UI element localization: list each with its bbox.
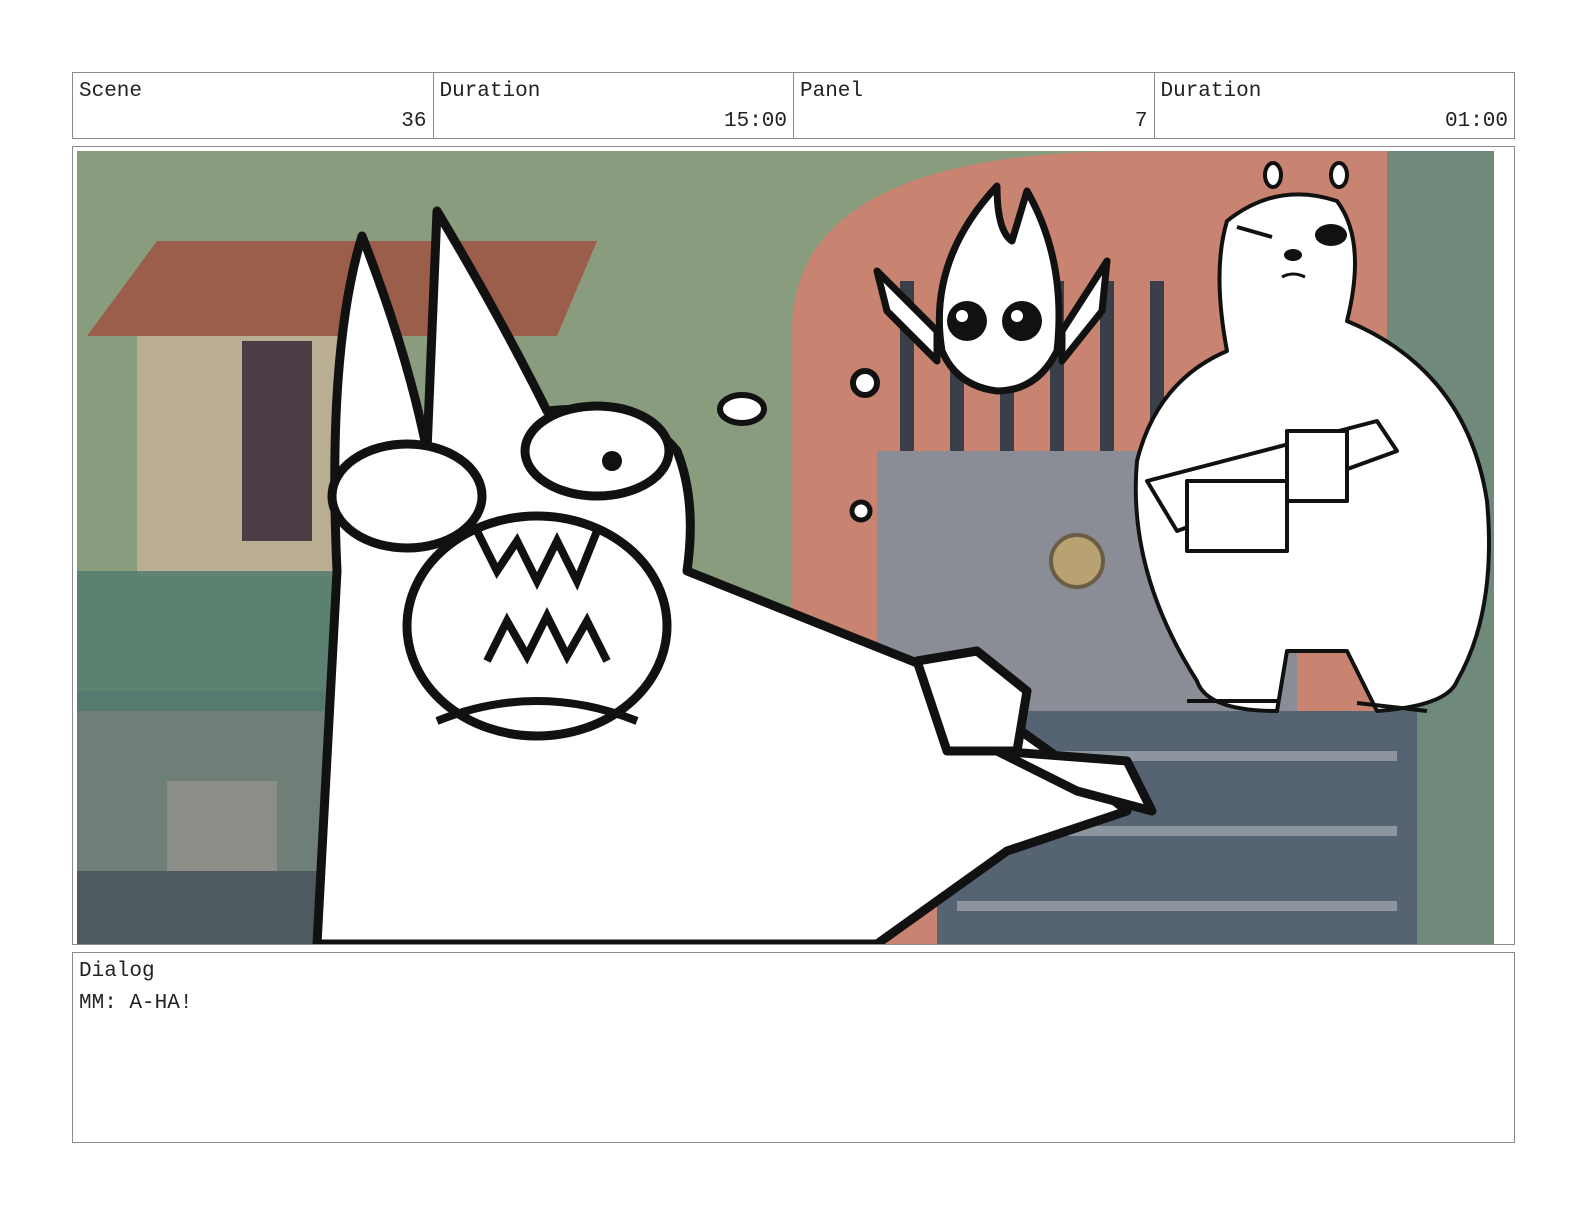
scene-duration-cell: Duration 15:00 (434, 73, 794, 138)
storyboard-panel (72, 146, 1515, 945)
scene-label: Scene (79, 80, 143, 103)
dialog-box: Dialog MM: A-HA! (72, 952, 1515, 1143)
bear-eyepatch (1315, 224, 1347, 246)
scene-cell: Scene 36 (73, 73, 434, 138)
scene-duration-value: 15:00 (723, 110, 787, 133)
creature-eye-right-shine (1011, 310, 1023, 322)
panel-label: Panel (800, 80, 864, 103)
house-window (242, 341, 312, 541)
bear-nose (1284, 249, 1302, 261)
panel-duration-cell: Duration 01:00 (1155, 73, 1515, 138)
bench (167, 781, 277, 871)
dialog-label: Dialog (79, 960, 155, 983)
sweat-drop-3 (849, 499, 873, 523)
creature-eye-left-shine (956, 310, 968, 322)
panel-duration-value: 01:00 (1444, 110, 1508, 133)
panel-cell: Panel 7 (794, 73, 1155, 138)
scene-duration-label: Duration (439, 80, 541, 103)
bushes (77, 571, 337, 711)
character-pupil (602, 451, 622, 471)
door-knob (1049, 533, 1105, 589)
panel-duration-label: Duration (1160, 80, 1262, 103)
storyboard-header: Scene 36 Duration 15:00 Panel 7 Duration… (72, 72, 1515, 139)
panel-artwork (77, 151, 1494, 944)
creature-eye-right (1002, 301, 1042, 341)
sweat-drop-1 (717, 392, 767, 426)
scene-number: 36 (401, 110, 427, 133)
dialog-line: MM: A-HA! (79, 992, 193, 1015)
panel-number: 7 (1134, 110, 1148, 133)
creature-eye-left (947, 301, 987, 341)
sweat-drop-2 (850, 368, 880, 398)
